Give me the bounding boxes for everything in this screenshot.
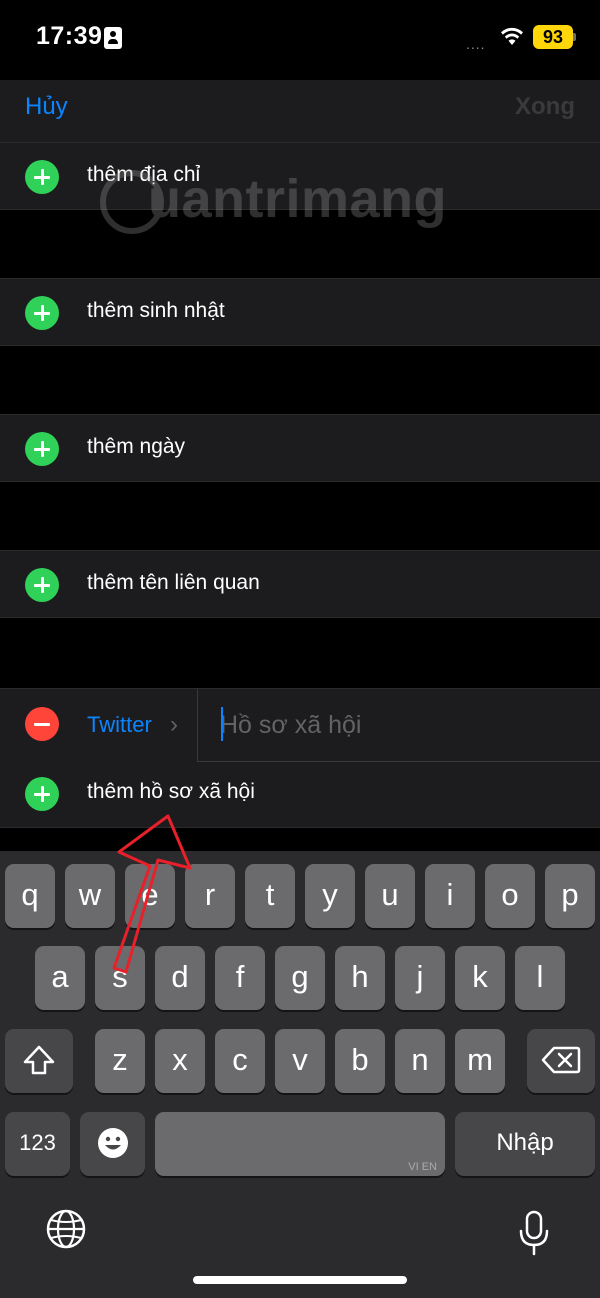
add-social-profile-row[interactable]: thêm hồ sơ xã hội: [0, 761, 600, 829]
watermark-logo: uantrimang: [100, 162, 448, 242]
social-service-selector[interactable]: Twitter: [87, 712, 152, 738]
social-profile-input[interactable]: [220, 707, 580, 743]
key-s[interactable]: s: [95, 946, 145, 1010]
key-e[interactable]: e: [125, 864, 175, 928]
key-a[interactable]: a: [35, 946, 85, 1010]
home-indicator: [193, 1276, 407, 1284]
text-cursor: [221, 707, 223, 741]
add-related-name-row[interactable]: thêm tên liên quan: [0, 550, 600, 618]
remove-icon[interactable]: [25, 707, 59, 741]
backspace-icon: [541, 1046, 581, 1074]
chevron-right-icon[interactable]: ›: [170, 711, 178, 739]
cellular-signal-icon: ....: [466, 36, 486, 52]
nav-bar: Hủy Xong: [0, 80, 600, 142]
wifi-icon: [501, 27, 523, 45]
key-q[interactable]: q: [5, 864, 55, 928]
key-x[interactable]: x: [155, 1029, 205, 1093]
key-u[interactable]: u: [365, 864, 415, 928]
key-i[interactable]: i: [425, 864, 475, 928]
key-p[interactable]: p: [545, 864, 595, 928]
microphone-icon[interactable]: [518, 1210, 550, 1256]
key-v[interactable]: v: [275, 1029, 325, 1093]
add-related-name-label: thêm tên liên quan: [87, 571, 260, 594]
key-j[interactable]: j: [395, 946, 445, 1010]
battery-tip: [573, 33, 576, 41]
contact-card-icon: [104, 27, 122, 49]
add-icon[interactable]: [25, 777, 59, 811]
key-y[interactable]: y: [305, 864, 355, 928]
add-icon[interactable]: [25, 568, 59, 602]
status-time: 17:39: [36, 22, 103, 50]
field-divider: [197, 689, 198, 761]
key-o[interactable]: o: [485, 864, 535, 928]
key-g[interactable]: g: [275, 946, 325, 1010]
status-bar: 17:39 .... 93: [0, 0, 600, 80]
watermark-text: uantrimang: [148, 169, 448, 229]
add-birthday-label: thêm sinh nhật: [87, 299, 225, 322]
add-icon[interactable]: [25, 160, 59, 194]
key-h[interactable]: h: [335, 946, 385, 1010]
shift-key[interactable]: [5, 1029, 73, 1093]
key-c[interactable]: c: [215, 1029, 265, 1093]
language-hint: VI EN: [408, 1161, 437, 1173]
keyboard: q w e r t y u i o p a s d f g h j k l z …: [0, 851, 600, 1298]
add-icon[interactable]: [25, 432, 59, 466]
key-d[interactable]: d: [155, 946, 205, 1010]
return-key[interactable]: Nhập: [455, 1112, 595, 1176]
emoji-key[interactable]: [80, 1112, 145, 1176]
key-w[interactable]: w: [65, 864, 115, 928]
key-r[interactable]: r: [185, 864, 235, 928]
globe-icon[interactable]: [45, 1208, 87, 1250]
shift-icon: [23, 1045, 55, 1075]
space-key[interactable]: VI EN: [155, 1112, 445, 1176]
key-z[interactable]: z: [95, 1029, 145, 1093]
cancel-button[interactable]: Hủy: [25, 93, 68, 121]
key-t[interactable]: t: [245, 864, 295, 928]
key-m[interactable]: m: [455, 1029, 505, 1093]
add-icon[interactable]: [25, 296, 59, 330]
key-n[interactable]: n: [395, 1029, 445, 1093]
add-date-label: thêm ngày: [87, 435, 186, 458]
key-f[interactable]: f: [215, 946, 265, 1010]
social-profile-section: Twitter › thêm hồ sơ xã hội: [0, 688, 600, 828]
emoji-icon: [97, 1128, 128, 1158]
add-birthday-row[interactable]: thêm sinh nhật: [0, 278, 600, 346]
battery-indicator: 93: [533, 25, 573, 49]
key-l[interactable]: l: [515, 946, 565, 1010]
done-button[interactable]: Xong: [515, 93, 575, 121]
add-date-row[interactable]: thêm ngày: [0, 414, 600, 482]
key-b[interactable]: b: [335, 1029, 385, 1093]
backspace-key[interactable]: [527, 1029, 595, 1093]
key-k[interactable]: k: [455, 946, 505, 1010]
add-social-profile-label: thêm hồ sơ xã hội: [87, 780, 255, 803]
numbers-key[interactable]: 123: [5, 1112, 70, 1176]
